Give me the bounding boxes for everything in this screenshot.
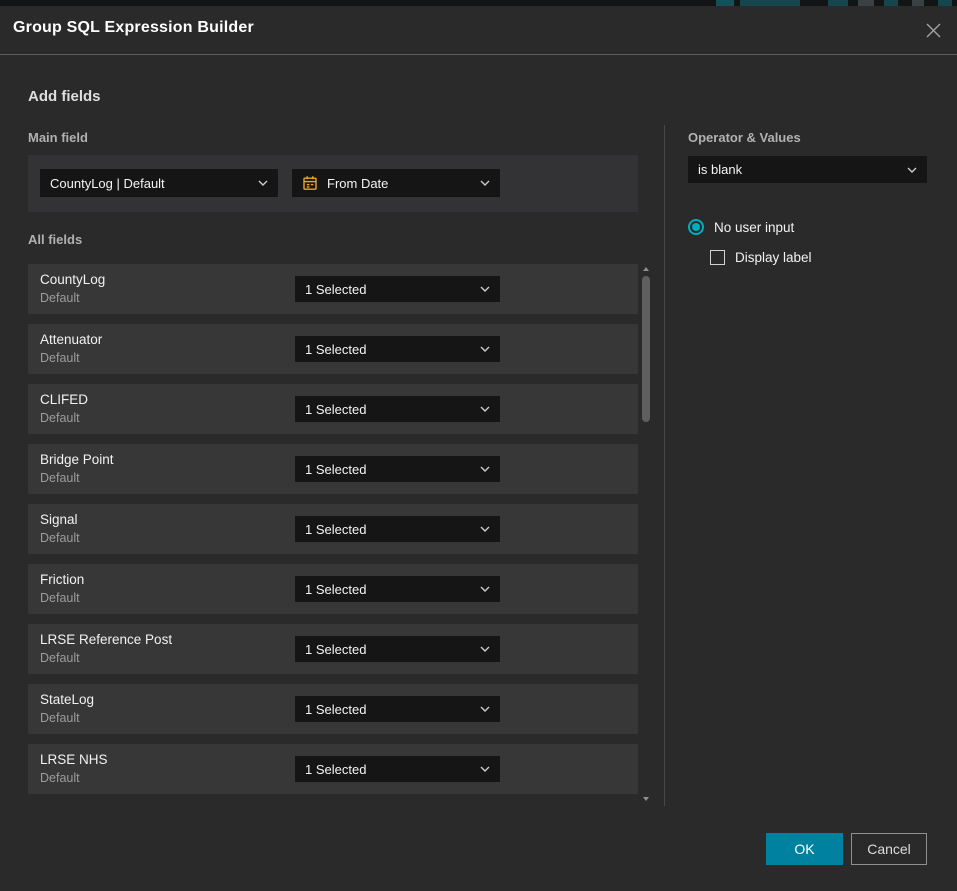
operator-value: is blank — [698, 162, 899, 177]
no-user-input-radio[interactable]: No user input — [688, 219, 794, 235]
field-list-item: LRSE Reference Post Default 1 Selected — [28, 624, 638, 674]
all-fields-list: CountyLog Default 1 Selected Attenuator … — [28, 264, 638, 794]
field-dataset: Default — [40, 471, 80, 485]
field-dataset: Default — [40, 531, 80, 545]
chevron-down-icon — [480, 406, 490, 412]
display-label-checkbox-row[interactable]: Display label — [710, 250, 812, 265]
field-selection-dropdown[interactable]: 1 Selected — [295, 516, 500, 542]
field-list-item: Attenuator Default 1 Selected — [28, 324, 638, 374]
field-list-item: Signal Default 1 Selected — [28, 504, 638, 554]
field-selection-dropdown[interactable]: 1 Selected — [295, 276, 500, 302]
field-selection-dropdown[interactable]: 1 Selected — [295, 696, 500, 722]
field-dataset: Default — [40, 771, 80, 785]
main-field-source-value: CountyLog | Default — [50, 176, 250, 191]
group-sql-dialog: Group SQL Expression Builder Add fields … — [0, 6, 957, 891]
scroll-down-icon[interactable] — [642, 796, 650, 802]
field-selection-value: 1 Selected — [305, 642, 472, 657]
field-selection-value: 1 Selected — [305, 462, 472, 477]
field-selection-dropdown[interactable]: 1 Selected — [295, 456, 500, 482]
all-fields-label: All fields — [28, 232, 82, 247]
field-dataset: Default — [40, 591, 80, 605]
field-name: CLIFED — [40, 392, 88, 407]
chevron-down-icon — [480, 586, 490, 592]
field-name: Friction — [40, 572, 84, 587]
main-field-field-value: From Date — [327, 176, 472, 191]
field-selection-value: 1 Selected — [305, 702, 472, 717]
dialog-header: Group SQL Expression Builder — [0, 6, 957, 55]
chevron-down-icon — [480, 466, 490, 472]
field-name: LRSE NHS — [40, 752, 108, 767]
field-selection-value: 1 Selected — [305, 762, 472, 777]
field-selection-dropdown[interactable]: 1 Selected — [295, 756, 500, 782]
operator-select[interactable]: is blank — [688, 156, 927, 183]
chevron-down-icon — [907, 167, 917, 173]
field-selection-value: 1 Selected — [305, 282, 472, 297]
chevron-down-icon — [258, 180, 268, 186]
chevron-down-icon — [480, 706, 490, 712]
field-name: StateLog — [40, 692, 94, 707]
field-name: Signal — [40, 512, 78, 527]
ok-button[interactable]: OK — [766, 833, 843, 865]
field-name: LRSE Reference Post — [40, 632, 172, 647]
field-dataset: Default — [40, 711, 80, 725]
field-name: Bridge Point — [40, 452, 114, 467]
main-field-label: Main field — [28, 130, 88, 145]
field-selection-value: 1 Selected — [305, 582, 472, 597]
dialog-title: Group SQL Expression Builder — [13, 19, 254, 37]
radio-selected-icon — [688, 219, 704, 235]
chevron-down-icon — [480, 286, 490, 292]
display-label-label: Display label — [735, 250, 812, 265]
field-dataset: Default — [40, 351, 80, 365]
cancel-button[interactable]: Cancel — [851, 833, 927, 865]
operator-values-label: Operator & Values — [688, 130, 801, 145]
scrollbar-thumb[interactable] — [642, 276, 650, 422]
field-selection-value: 1 Selected — [305, 402, 472, 417]
field-list-item: Bridge Point Default 1 Selected — [28, 444, 638, 494]
field-dataset: Default — [40, 651, 80, 665]
field-dataset: Default — [40, 291, 80, 305]
chevron-down-icon — [480, 180, 490, 186]
close-icon[interactable] — [922, 19, 944, 41]
field-list-item: Friction Default 1 Selected — [28, 564, 638, 614]
main-field-panel: CountyLog | Default — [28, 155, 638, 212]
field-list-item: StateLog Default 1 Selected — [28, 684, 638, 734]
field-selection-dropdown[interactable]: 1 Selected — [295, 396, 500, 422]
field-name: Attenuator — [40, 332, 102, 347]
main-field-field-select[interactable]: From Date — [292, 169, 500, 197]
checkbox-unchecked-icon — [710, 250, 725, 265]
field-selection-dropdown[interactable]: 1 Selected — [295, 336, 500, 362]
field-name: CountyLog — [40, 272, 105, 287]
group-sql-expression-builder-screen: Group SQL Expression Builder Add fields … — [0, 0, 957, 891]
panel-divider — [664, 125, 665, 806]
no-user-input-label: No user input — [714, 220, 794, 235]
field-selection-value: 1 Selected — [305, 342, 472, 357]
field-list-item: CLIFED Default 1 Selected — [28, 384, 638, 434]
scroll-up-icon[interactable] — [642, 266, 650, 272]
chevron-down-icon — [480, 646, 490, 652]
field-selection-dropdown[interactable]: 1 Selected — [295, 636, 500, 662]
chevron-down-icon — [480, 526, 490, 532]
field-list-item: CountyLog Default 1 Selected — [28, 264, 638, 314]
list-scrollbar[interactable] — [640, 262, 652, 806]
field-selection-value: 1 Selected — [305, 522, 472, 537]
field-dataset: Default — [40, 411, 80, 425]
chevron-down-icon — [480, 766, 490, 772]
chevron-down-icon — [480, 346, 490, 352]
main-field-source-select[interactable]: CountyLog | Default — [40, 169, 278, 197]
field-list-item: LRSE NHS Default 1 Selected — [28, 744, 638, 794]
field-selection-dropdown[interactable]: 1 Selected — [295, 576, 500, 602]
calendar-icon — [302, 175, 318, 191]
add-fields-heading: Add fields — [28, 88, 101, 105]
